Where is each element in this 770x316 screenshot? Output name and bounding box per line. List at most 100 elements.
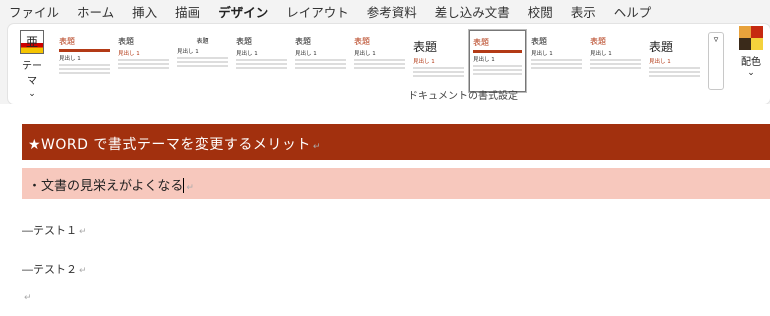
style-heading-sample: 見出し 1	[295, 51, 317, 57]
themes-label: テーマ	[22, 61, 42, 87]
group-label-document-formatting: ドキュメントの書式設定	[408, 91, 518, 102]
ribbon-tab-bar: ファイル ホーム 挿入 描画 デザイン レイアウト 参考資料 差し込み文書 校閲…	[0, 0, 770, 25]
style-body-line	[118, 63, 169, 65]
style-title-sample: 表題	[196, 38, 209, 45]
style-body-line	[590, 63, 641, 65]
style-set-7[interactable]: 表題見出し 1	[410, 30, 467, 92]
tab-draw[interactable]: 描画	[166, 2, 209, 21]
style-set-9[interactable]: 表題見出し 1	[528, 30, 585, 92]
paragraph-1[interactable]: ―テスト１ ↵	[22, 222, 87, 238]
heading1-block[interactable]: ★WORD で書式テーマを変更するメリット ↵	[22, 124, 770, 160]
style-heading-sample: 見出し 1	[649, 59, 671, 65]
tab-view[interactable]: 表示	[562, 2, 605, 21]
style-title-sample: 表題	[354, 37, 370, 46]
style-set-3[interactable]: 表題見出し 1	[174, 30, 231, 92]
style-title-sample: 表題	[59, 37, 75, 46]
color-swatch	[739, 38, 751, 50]
tab-references[interactable]: 参考資料	[358, 2, 426, 21]
style-title-sample: 表題	[413, 40, 438, 54]
heading2-block[interactable]: ・文書の見栄えがよくなる ↵	[22, 168, 770, 199]
style-title-sample: 表題	[473, 38, 489, 47]
style-body-line	[295, 63, 346, 65]
style-body-line	[295, 59, 346, 61]
style-heading-sample: 見出し 1	[236, 51, 258, 57]
themes-button[interactable]: 亜 テーマ ⌄	[18, 30, 46, 99]
tab-mailings[interactable]: 差し込み文書	[426, 2, 519, 21]
empty-paragraph[interactable]: ↵	[22, 290, 32, 303]
style-body-line	[295, 67, 346, 69]
style-body-line	[590, 67, 641, 69]
style-body-line	[118, 67, 169, 69]
style-body-line	[413, 71, 464, 73]
heading2-text: ・文書の見栄えがよくなる ↵	[28, 178, 194, 194]
tab-file[interactable]: ファイル	[0, 2, 68, 21]
style-body-line	[531, 67, 582, 69]
heading1-text: ★WORD で書式テーマを変更するメリット ↵	[28, 137, 321, 153]
style-body-line	[649, 67, 700, 69]
style-body-line	[177, 61, 228, 63]
style-body-line	[177, 65, 228, 67]
gallery-more-button[interactable]: ▿	[708, 32, 724, 90]
tab-insert[interactable]: 挿入	[123, 2, 166, 21]
paragraph-2[interactable]: ―テスト２ ↵	[22, 261, 87, 277]
style-set-gallery: 表題 見出し 1 表題 見出し 1 表題 見出し 1 表題 見出し 1 表題 見出し 1 表題 見出し…	[56, 30, 703, 92]
style-heading-sample: 見出し 1	[413, 59, 435, 65]
style-body-line	[649, 75, 700, 77]
style-title-sample: 表題	[649, 40, 674, 54]
document-page[interactable]: ★WORD で書式テーマを変更するメリット ↵ ・文書の見栄えがよくなる ↵ ―テス…	[0, 104, 770, 316]
chevron-down-icon: ⌄	[747, 68, 755, 78]
style-body-line	[236, 59, 287, 61]
style-set-8[interactable]: 表題見出し 1	[469, 30, 526, 92]
style-body-line	[531, 63, 582, 65]
style-body-line	[59, 64, 110, 66]
style-title-sample: 表題	[590, 37, 606, 46]
color-swatch	[751, 38, 763, 50]
style-heading-sample: 見出し 1	[354, 51, 376, 57]
style-title-sample: 表題	[236, 37, 252, 46]
style-accent-bar	[473, 50, 522, 53]
style-set-10[interactable]: 表題 見出し 1	[587, 30, 644, 92]
chevron-down-icon: ⌄	[28, 89, 36, 99]
style-set-1[interactable]: 表題 見出し 1	[56, 30, 113, 92]
style-set-6[interactable]: 表題見出し 1	[351, 30, 408, 92]
style-body-line	[177, 57, 228, 59]
color-swatch	[739, 26, 751, 38]
style-body-line	[590, 59, 641, 61]
style-heading-sample: 見出し 1	[118, 51, 140, 57]
colors-button[interactable]: 配色 ⌄	[734, 26, 768, 78]
style-heading-sample: 見出し 1	[531, 51, 553, 57]
style-body-line	[59, 72, 110, 74]
style-body-line	[649, 71, 700, 73]
style-title-sample: 表題	[295, 37, 311, 46]
style-heading-sample: 見出し 1	[473, 57, 495, 63]
style-title-sample: 表題	[531, 37, 547, 46]
style-body-line	[236, 67, 287, 69]
style-body-line	[473, 69, 522, 71]
tab-layout[interactable]: レイアウト	[277, 2, 358, 21]
style-set-2[interactable]: 表題見出し 1	[115, 30, 172, 92]
style-body-line	[354, 59, 405, 61]
style-accent-bar	[59, 49, 110, 52]
style-body-line	[236, 63, 287, 65]
design-ribbon: 亜 テーマ ⌄ 表題 見出し 1 表題 見出し 1 表題 見出し 1 表題 見出し 1 表題 見出…	[8, 24, 770, 104]
style-heading-sample: 見出し 1	[177, 49, 199, 55]
colors-label: 配色	[741, 57, 761, 68]
style-body-line	[531, 59, 582, 61]
themes-icon: 亜	[20, 30, 44, 54]
gallery-expand-icon: ▿	[713, 35, 719, 45]
text-cursor	[183, 178, 185, 193]
style-title-sample: 表題	[118, 37, 134, 46]
tab-design[interactable]: デザイン	[209, 2, 277, 25]
tab-review[interactable]: 校閲	[519, 2, 562, 21]
tab-home[interactable]: ホーム	[68, 2, 123, 21]
style-body-line	[354, 63, 405, 65]
tab-help[interactable]: ヘルプ	[605, 2, 661, 21]
style-body-line	[354, 67, 405, 69]
style-body-line	[59, 68, 110, 70]
style-body-line	[473, 73, 522, 75]
style-set-5[interactable]: 表題見出し 1	[292, 30, 349, 92]
style-set-11[interactable]: 表題見出し 1	[646, 30, 703, 92]
color-swatch	[751, 26, 763, 38]
style-set-4[interactable]: 表題見出し 1	[233, 30, 290, 92]
style-body-line	[413, 75, 464, 77]
